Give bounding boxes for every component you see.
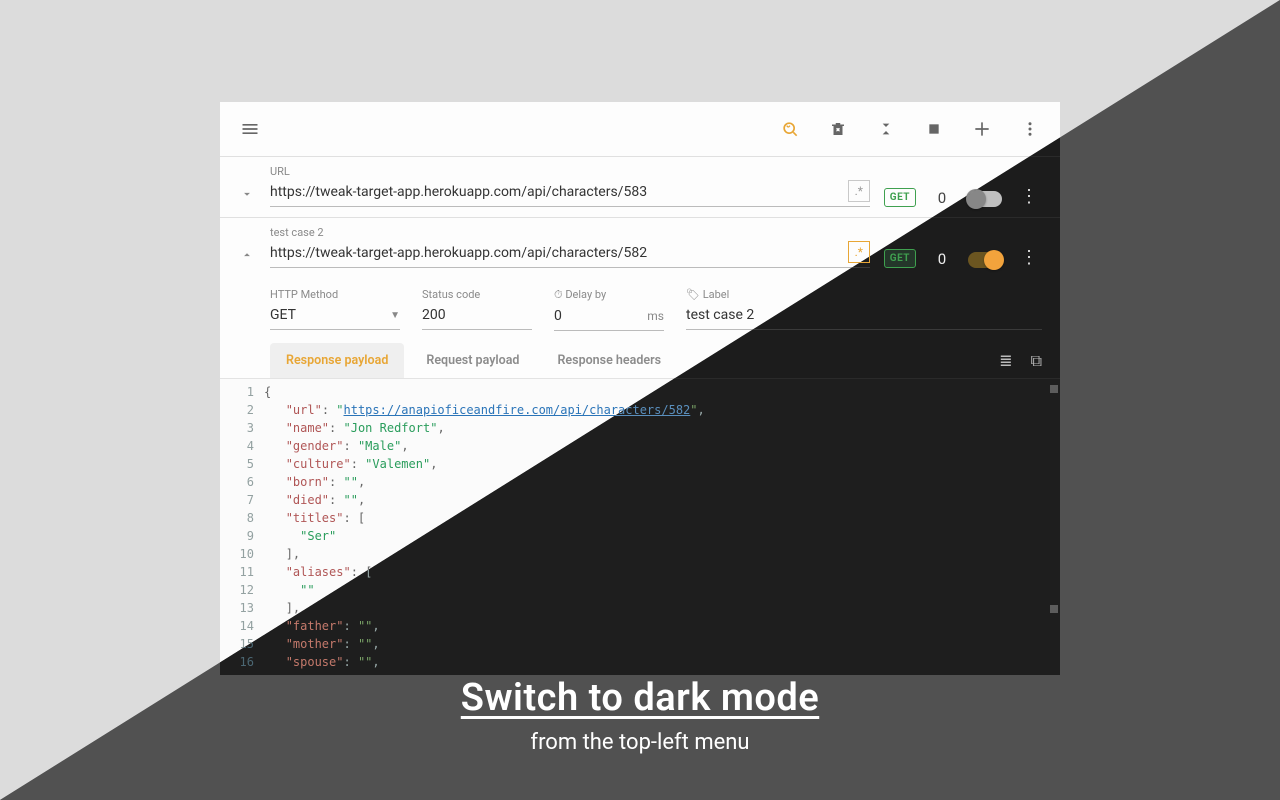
format-icon[interactable]: ≣: [993, 351, 1018, 370]
enable-toggle[interactable]: [968, 191, 1002, 207]
method-badge: GET: [884, 188, 916, 207]
url-input[interactable]: https://tweak-target-app.herokuapp.com/a…: [270, 180, 870, 207]
tab-request-payload[interactable]: Request payload: [410, 343, 535, 378]
more-icon[interactable]: [1010, 109, 1050, 149]
row-more-icon[interactable]: ⋮: [1016, 186, 1042, 207]
add-icon[interactable]: [962, 109, 1002, 149]
chevron-up-icon[interactable]: [238, 248, 256, 268]
status-code-input[interactable]: 200: [422, 303, 532, 330]
copy-icon[interactable]: ⧉: [1025, 351, 1048, 371]
row-more-icon[interactable]: ⋮: [1016, 247, 1042, 268]
line-gutter: 12345678910111213141516: [220, 379, 264, 675]
hit-count: 0: [930, 189, 954, 207]
scrollbar[interactable]: [1048, 385, 1058, 669]
search-icon[interactable]: [770, 109, 810, 149]
field-label: ⏱ Delay by: [554, 288, 664, 302]
menu-icon[interactable]: [230, 109, 270, 149]
collapse-all-icon[interactable]: [866, 109, 906, 149]
tab-response-headers[interactable]: Response headers: [541, 343, 677, 378]
trash-icon[interactable]: [818, 109, 858, 149]
chevron-down-icon[interactable]: [238, 187, 256, 207]
stop-icon[interactable]: [914, 109, 954, 149]
regex-toggle[interactable]: .*: [848, 180, 870, 202]
field-label: Status code: [422, 288, 532, 301]
rule-label: test case 2: [270, 226, 870, 239]
caption-title: Switch to dark mode: [0, 676, 1280, 720]
url-input[interactable]: https://tweak-target-app.herokuapp.com/a…: [270, 241, 870, 268]
tab-response-payload[interactable]: Response payload: [270, 343, 404, 378]
delay-input[interactable]: 0ms: [554, 304, 664, 331]
promo-caption: Switch to dark mode from the top-left me…: [0, 676, 1280, 755]
method-badge: GET: [884, 249, 916, 268]
toolbar: [220, 102, 1060, 156]
caption-subtitle: from the top-left menu: [0, 730, 1280, 755]
url-label: URL: [270, 165, 870, 178]
enable-toggle[interactable]: [968, 252, 1002, 268]
http-method-select[interactable]: GET▼: [270, 303, 400, 330]
field-label: HTTP Method: [270, 288, 400, 301]
hit-count: 0: [930, 250, 954, 268]
rule-row: URL https://tweak-target-app.herokuapp.c…: [220, 157, 1060, 217]
